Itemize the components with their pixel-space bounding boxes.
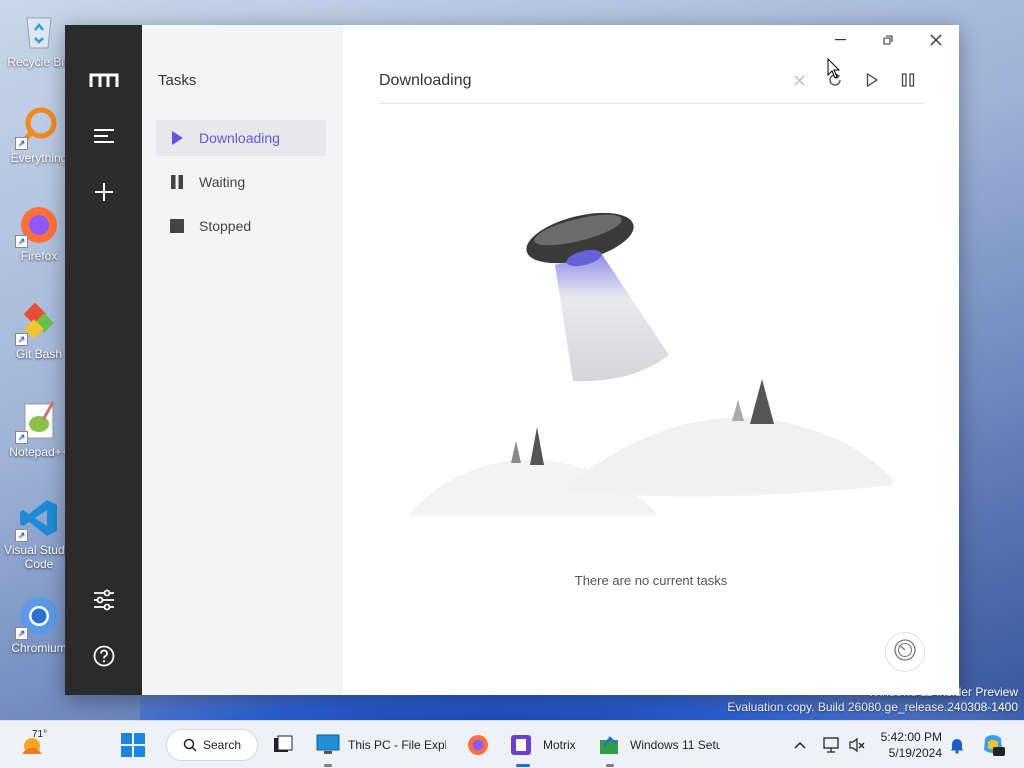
motrix-app-icon [511,735,531,755]
desktop-icon-vscode[interactable]: ↗ Visual Studio Code [4,496,74,571]
speedometer-icon [893,638,917,667]
main-panel: Downloading There are no current tasks [343,25,959,695]
weather-widget[interactable]: 71° [18,721,47,768]
preferences-sliders-icon[interactable] [89,585,119,615]
desktop-icon-notepad-plus-plus[interactable]: ↗ Notepad++ [4,398,74,459]
add-task-icon[interactable] [89,177,119,207]
tasks-sidebar: Tasks Downloading Waiting Stopped [142,25,343,695]
chevron-up-icon [794,741,806,749]
volume-status[interactable] [848,721,866,768]
firefox-icon [468,735,488,755]
mouse-cursor-icon [827,58,841,79]
desktop-icon-chromium[interactable]: ↗ Chromium [4,594,74,655]
maximize-icon[interactable] [865,27,911,53]
task-filter-waiting[interactable]: Waiting [156,164,326,200]
search-icon [183,738,197,752]
app-rail [65,25,142,695]
recycle-bin-icon [17,8,61,52]
chromium-icon: ↗ [15,594,61,640]
everything-search-icon: ↗ [15,104,61,150]
firefox-icon: ↗ [15,202,61,248]
task-view-icon [274,735,293,752]
pause-all-icon[interactable] [897,69,919,91]
git-bash-icon: ↗ [15,300,61,346]
windows-logo-icon [121,733,145,757]
copilot-button[interactable] [980,721,1006,768]
task-view-button[interactable] [272,721,294,768]
clock[interactable]: 5:42:00 PM 5/19/2024 [878,721,942,768]
empty-state-illustration [408,212,893,515]
taskbar: 71° Search This PC - File Explo Motrix W… [0,720,1024,768]
taskbar-search[interactable]: Search [166,729,258,761]
task-filter-stopped[interactable]: Stopped [156,208,326,244]
vscode-icon: ↗ [15,496,61,542]
task-filter-label: Waiting [199,174,246,190]
windows-setup-icon [600,736,618,754]
network-icon [823,737,839,753]
bell-icon [950,739,964,754]
empty-state-text: There are no current tasks [574,573,728,588]
resume-all-icon[interactable] [861,69,883,91]
taskbar-app-firefox[interactable] [466,721,490,768]
notepad-plus-plus-icon: ↗ [15,398,61,444]
taskbar-app-file-explorer[interactable]: This PC - File Explo [316,721,446,768]
motrix-window: Tasks Downloading Waiting Stopped Downlo… [65,25,959,695]
this-pc-icon [316,734,340,754]
menu-icon[interactable] [89,121,119,151]
minimize-icon[interactable] [818,27,864,53]
task-filter-label: Stopped [199,218,252,234]
task-filter-label: Downloading [199,130,280,146]
page-title: Downloading [379,72,472,89]
start-button[interactable] [120,721,146,768]
taskbar-app-motrix[interactable]: Motrix [510,721,576,768]
delete-icon[interactable] [788,69,810,91]
stop-icon [170,219,184,233]
play-icon [170,131,184,145]
desktop-icon-firefox[interactable]: ↗ Firefox [4,202,74,263]
close-icon[interactable] [913,27,959,53]
desktop-icon-git-bash[interactable]: ↗ Git Bash [4,300,74,361]
desktop-icon-recycle-bin[interactable]: Recycle Bin [4,8,74,69]
desktop-icon-everything[interactable]: ↗ Everything [4,104,74,165]
show-hidden-icons-button[interactable] [793,721,807,768]
tasks-title: Tasks [158,72,197,89]
help-icon[interactable] [89,641,119,671]
copilot-icon [984,735,1005,756]
speed-limit-button[interactable] [885,632,925,672]
motrix-logo-icon [89,65,119,95]
network-status[interactable] [822,721,842,768]
notifications-button[interactable] [949,721,965,768]
header-divider [379,103,924,104]
taskbar-app-windows-setup[interactable]: Windows 11 Setu [598,721,720,768]
speaker-muted-icon [849,737,865,753]
task-filter-downloading[interactable]: Downloading [156,120,326,156]
pause-icon [170,175,184,189]
